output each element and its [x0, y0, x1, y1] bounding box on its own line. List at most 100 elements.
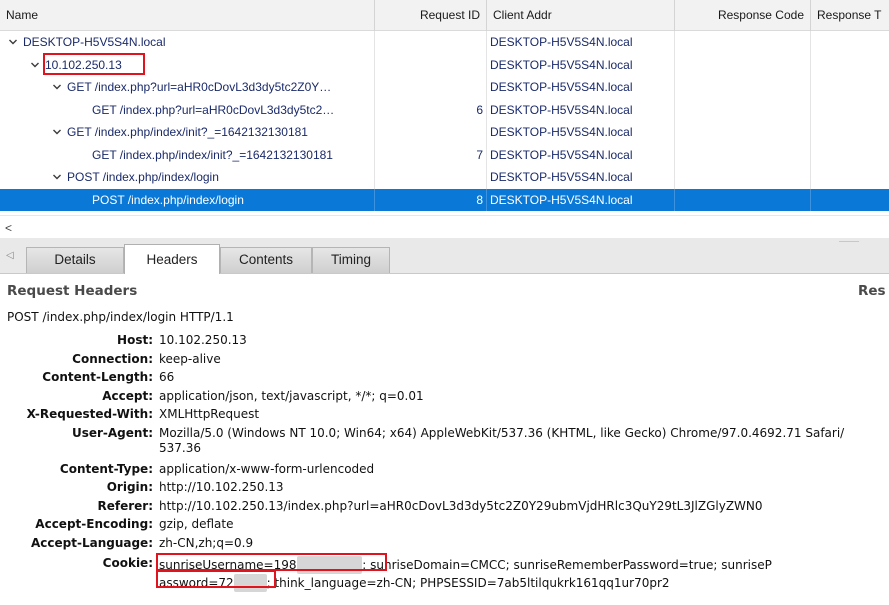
header-value: application/x-www-form-urlencoded: [159, 461, 375, 476]
cell-client-addr: DESKTOP-H5V5S4N.local: [487, 121, 675, 144]
header-key: X-Requested-With:: [26, 407, 153, 421]
cookie-tail-1: ; sunriseDomain=CMCC; sunriseRememberPas…: [362, 558, 772, 572]
header-key: Accept-Encoding:: [35, 517, 153, 531]
header-value: application/json, text/javascript, */*; …: [159, 388, 424, 403]
cell-response-type: [811, 144, 889, 167]
table-row[interactable]: POST /index.php/index/login DESKTOP-H5V5S…: [0, 166, 889, 189]
grid-header: Name Request ID Client Addr Response Cod…: [0, 0, 889, 31]
password-highlight-box: [156, 570, 276, 588]
cell-request-id: [375, 166, 487, 189]
column-header-response-code[interactable]: Response Code: [675, 0, 811, 31]
header-key: Connection:: [72, 351, 153, 366]
cell-response-type: [811, 166, 889, 189]
chevron-down-icon[interactable]: [30, 60, 40, 70]
horizontal-scrollbar[interactable]: <: [0, 215, 889, 238]
host-highlight-box: [43, 53, 145, 75]
cell-client-addr: DESKTOP-H5V5S4N.local: [487, 188, 675, 211]
request-headers-title: Request Headers: [7, 283, 138, 299]
row-name: DESKTOP-H5V5S4N.local: [23, 35, 166, 49]
cell-request-id: [375, 76, 487, 99]
cell-name: GET /index.php/index/init?_=164213213018…: [0, 143, 375, 166]
cell-request-id: 7: [375, 143, 487, 166]
header-key: Referer:: [97, 498, 153, 513]
header-key: Cookie:: [102, 556, 153, 570]
cell-response-type: [811, 121, 889, 144]
column-header-request-id[interactable]: Request ID: [375, 0, 487, 31]
chevron-down-icon[interactable]: [52, 82, 62, 92]
cell-client-addr: DESKTOP-H5V5S4N.local: [487, 76, 675, 99]
cookie-tail-2: ; think_language=zh-CN; PHPSESSID=7ab5lt…: [266, 576, 670, 590]
cell-response-type: [811, 99, 889, 122]
table-row[interactable]: GET /index.php/index/init?_=164213213018…: [0, 143, 889, 167]
header-key: Accept-Language:: [30, 535, 153, 550]
chevron-down-icon[interactable]: [52, 172, 62, 182]
cell-response-type: [811, 31, 889, 54]
cell-request-id: 8: [375, 188, 487, 211]
cell-request-id: [375, 31, 487, 54]
cell-request-id: [375, 121, 487, 144]
cell-name: GET /index.php?url=aHR0cDovL3d3dy5tc2…: [0, 98, 375, 121]
cell-response-code: [675, 121, 811, 144]
scroll-left-arrow-icon[interactable]: <: [5, 221, 12, 235]
username-highlight-box: [156, 553, 387, 571]
request-headers-panel: Request Headers Res POST /index.php/inde…: [0, 275, 889, 605]
header-key: Content-Type:: [59, 461, 153, 476]
header-key: Content-Length:: [42, 370, 153, 384]
tab-timing[interactable]: Timing: [312, 247, 390, 273]
cell-response-code: [675, 76, 811, 99]
table-row[interactable]: DESKTOP-H5V5S4N.local DESKTOP-H5V5S4N.loc…: [0, 31, 889, 54]
tab-details[interactable]: Details: [26, 247, 124, 273]
cell-name: GET /index.php?url=aHR0cDovL3d3dy5tc2Z0Y…: [0, 76, 375, 99]
session-grid[interactable]: Name Request ID Client Addr Response Cod…: [0, 0, 889, 215]
header-value: 66: [159, 370, 175, 384]
column-header-client-addr[interactable]: Client Addr: [487, 0, 675, 31]
cell-response-type: [811, 76, 889, 99]
cell-name: GET /index.php/index/init?_=164213213018…: [0, 121, 375, 144]
cell-request-id: 6: [375, 98, 487, 121]
tab-contents[interactable]: Contents: [220, 247, 312, 273]
chevron-down-icon[interactable]: [52, 127, 62, 137]
column-header-name[interactable]: Name: [0, 0, 375, 31]
row-name: GET /index.php?url=aHR0cDovL3d3dy5tc2Z0Y…: [67, 80, 332, 94]
chevron-down-icon[interactable]: [8, 37, 18, 47]
table-row[interactable]: GET /index.php?url=aHR0cDovL3d3dy5tc2… 6 D…: [0, 98, 889, 122]
cell-client-addr: DESKTOP-H5V5S4N.local: [487, 98, 675, 121]
cell-client-addr: DESKTOP-H5V5S4N.local: [487, 143, 675, 166]
cell-request-id: [375, 53, 487, 76]
table-row[interactable]: GET /index.php?url=aHR0cDovL3d3dy5tc2Z0Y…: [0, 76, 889, 99]
cell-name: POST /index.php/index/login: [0, 166, 375, 189]
header-value: http://10.102.250.13/index.php?url=aHR0c…: [159, 498, 763, 513]
cell-response-code: [675, 166, 811, 189]
table-row[interactable]: POST /index.php/index/login 8 DESKTOP-H5V5…: [0, 188, 889, 212]
tab-headers[interactable]: Headers: [124, 244, 220, 274]
header-value: http://10.102.250.13: [159, 480, 284, 494]
table-row[interactable]: GET /index.php/index/init?_=164213213018…: [0, 121, 889, 144]
header-key: Origin:: [106, 480, 153, 494]
cell-client-addr: DESKTOP-H5V5S4N.local: [487, 31, 675, 54]
row-name: GET /index.php/index/init?_=164213213018…: [92, 147, 333, 162]
splitter-grip[interactable]: [839, 236, 859, 242]
header-value: Mozilla/5.0 (Windows NT 10.0; Win64; x64…: [159, 425, 845, 455]
header-key: Host:: [117, 333, 153, 347]
header-value: XMLHttpRequest: [159, 407, 260, 421]
row-name: POST /index.php/index/login: [92, 192, 244, 207]
header-value: keep-alive: [159, 351, 221, 366]
response-headers-title: Res: [858, 283, 886, 299]
row-name: GET /index.php?url=aHR0cDovL3d3dy5tc2…: [92, 102, 335, 117]
column-header-response-type[interactable]: Response T: [811, 0, 889, 31]
cell-response-code: [675, 143, 811, 166]
cell-name: POST /index.php/index/login: [0, 188, 375, 211]
cell-name: DESKTOP-H5V5S4N.local: [0, 31, 375, 54]
cell-client-addr: DESKTOP-H5V5S4N.local: [487, 53, 675, 76]
cell-response-code: [675, 98, 811, 121]
tab-scroll-left-icon[interactable]: ◁: [6, 250, 14, 261]
header-value: zh-CN,zh;q=0.9: [159, 535, 254, 550]
cell-response-code: [675, 188, 811, 211]
cell-response-type: [811, 54, 889, 77]
header-key: User-Agent:: [71, 425, 153, 440]
cell-response-code: [675, 53, 811, 76]
inspector-tab-bar: ◁ Details Headers Contents Timing: [0, 238, 889, 274]
request-line: POST /index.php/index/login HTTP/1.1: [7, 310, 234, 324]
cell-response-type: [811, 189, 889, 212]
row-name: GET /index.php/index/init?_=164213213018…: [67, 125, 308, 139]
